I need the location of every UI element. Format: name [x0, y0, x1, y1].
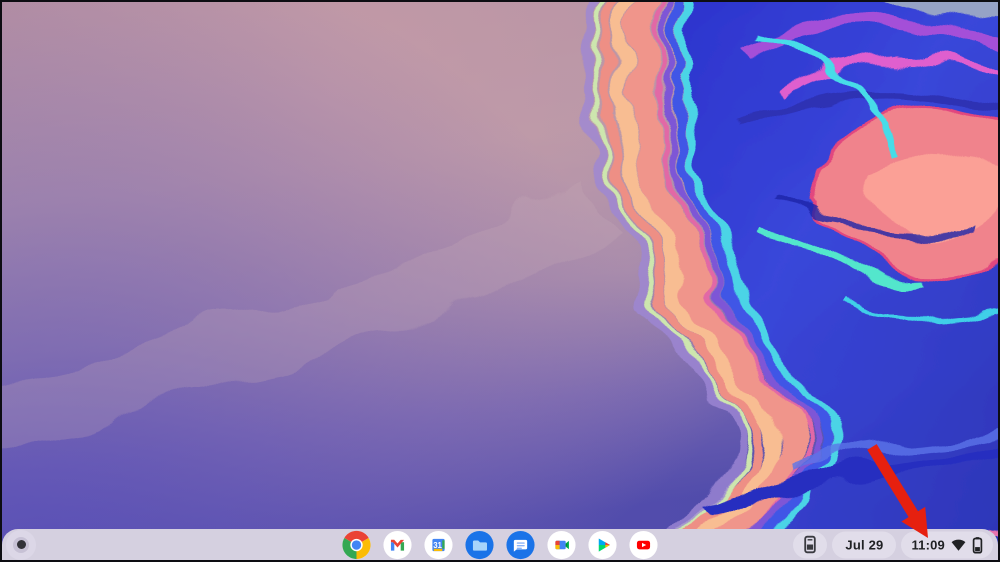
wallpaper-image — [2, 2, 998, 560]
app-gmail-button[interactable] — [383, 530, 413, 560]
svg-text:31: 31 — [433, 541, 442, 550]
phone-icon — [803, 536, 817, 554]
files-folder-icon — [465, 530, 495, 560]
battery-icon — [972, 536, 983, 553]
date-button[interactable]: Jul 29 — [832, 531, 896, 558]
launcher-button[interactable] — [6, 530, 36, 560]
app-youtube-button[interactable] — [629, 530, 659, 560]
status-area: Jul 29 11:09 — [793, 531, 993, 558]
gmail-icon — [383, 530, 413, 560]
system-tray-button[interactable]: 11:09 — [901, 531, 993, 558]
app-calendar-button[interactable]: 31 — [424, 530, 454, 560]
time-label: 11:09 — [911, 537, 945, 552]
shelf-app-icons: 31 — [342, 530, 659, 560]
app-messages-button[interactable] — [506, 530, 536, 560]
shelf: 31 — [2, 529, 998, 560]
play-store-icon — [588, 530, 618, 560]
app-chrome-button[interactable] — [342, 530, 372, 560]
app-meet-button[interactable] — [547, 530, 577, 560]
date-label: Jul 29 — [845, 537, 883, 552]
launcher-circle-icon — [13, 537, 29, 553]
desktop: 31 — [2, 2, 998, 560]
youtube-icon — [629, 530, 659, 560]
phone-hub-button[interactable] — [793, 531, 827, 558]
chrome-icon — [342, 530, 372, 560]
meet-icon — [547, 530, 577, 560]
messages-icon — [506, 530, 536, 560]
app-files-button[interactable] — [465, 530, 495, 560]
chromebook-screenshot: 31 — [0, 0, 1000, 562]
wifi-icon — [951, 538, 966, 551]
calendar-icon: 31 — [424, 530, 454, 560]
app-play-store-button[interactable] — [588, 530, 618, 560]
